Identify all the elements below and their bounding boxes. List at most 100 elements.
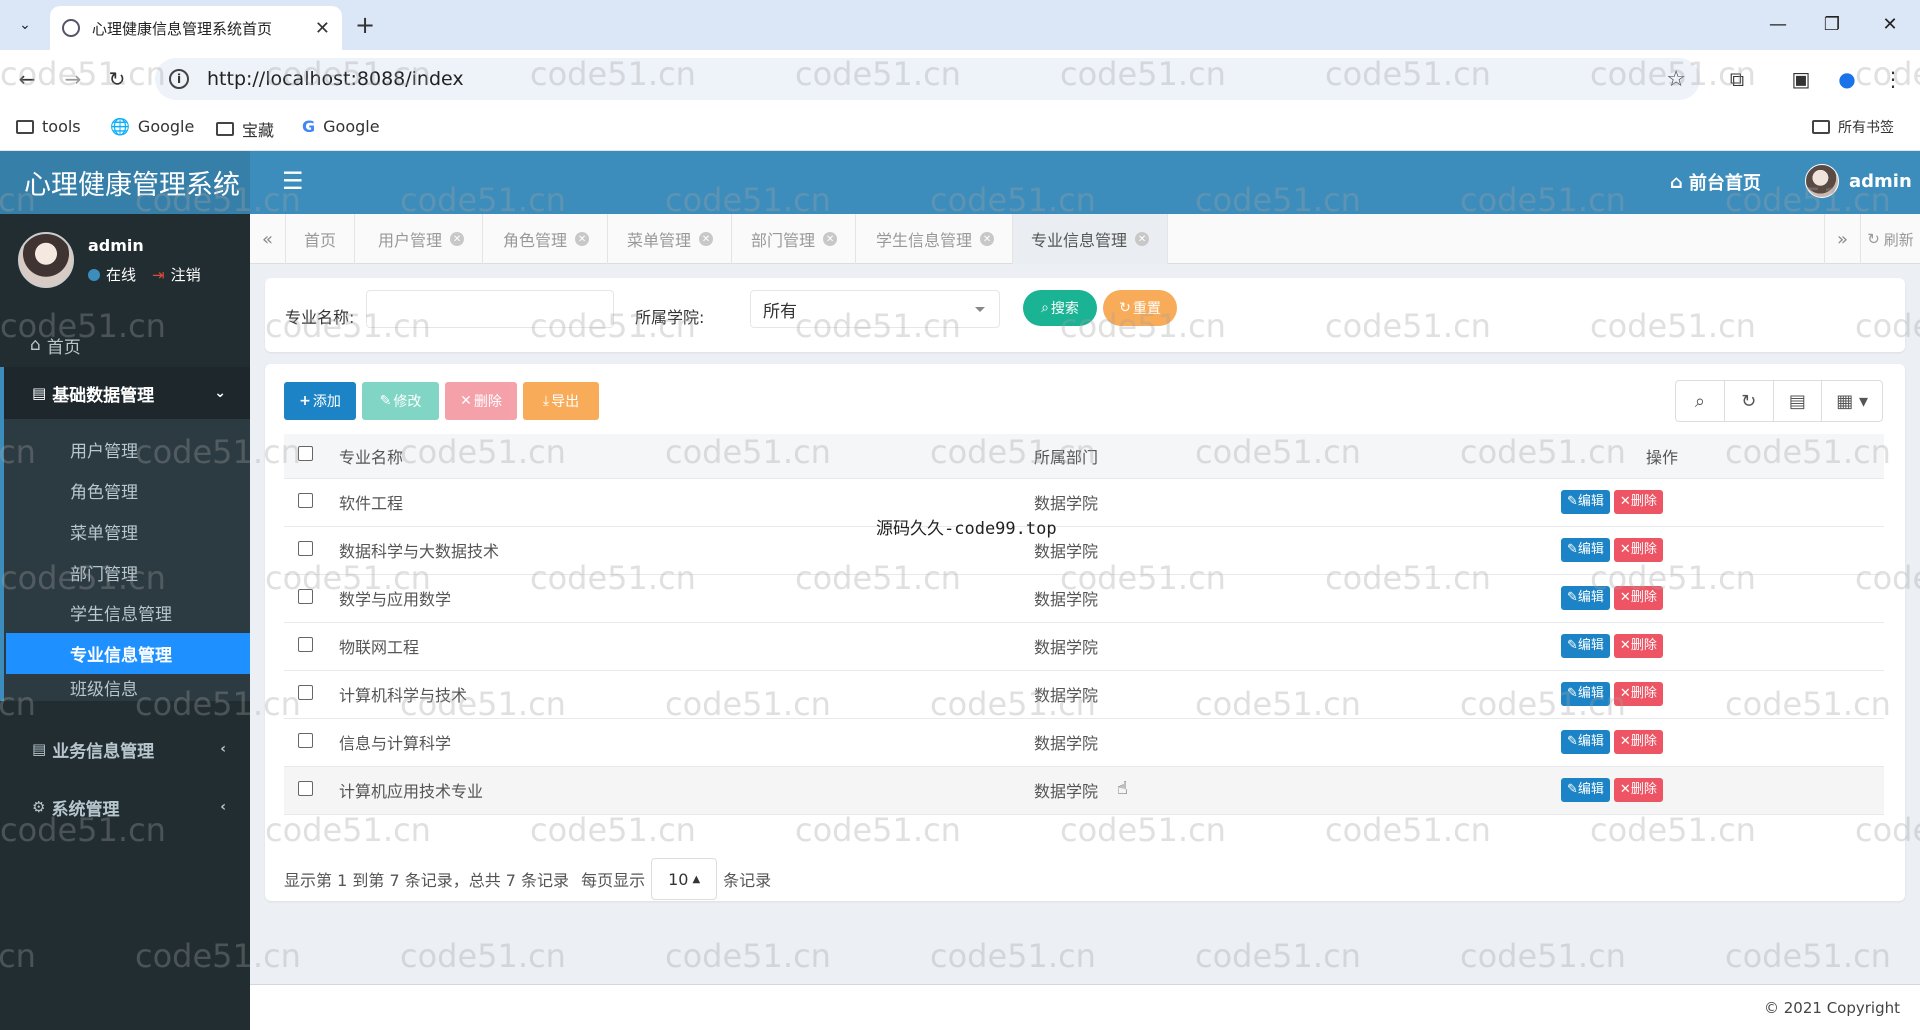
window-close-icon[interactable]: ✕: [1868, 8, 1912, 40]
row-delete-button[interactable]: ✕删除: [1613, 730, 1663, 754]
bookmark-treasure[interactable]: 宝藏: [216, 117, 274, 141]
row-edit-button[interactable]: ✎编辑: [1561, 538, 1610, 562]
sidebar-item-home[interactable]: ⌂ 首页: [0, 321, 250, 369]
sidebar-group-business[interactable]: ▤ 业务信息管理 ‹: [0, 723, 250, 775]
sidebar-item-roles[interactable]: 角色管理: [6, 470, 250, 511]
row-delete-button[interactable]: ✕删除: [1613, 490, 1663, 514]
bookmark-google-1[interactable]: 🌐 Google: [110, 117, 194, 136]
tab-close-icon[interactable]: ✕: [699, 232, 714, 246]
delete-button[interactable]: ✕ 删除: [445, 382, 517, 420]
app-logo[interactable]: 心理健康管理系统: [0, 151, 250, 214]
front-home-link[interactable]: ⌂ 前台首页: [1670, 169, 1761, 195]
extensions-icon[interactable]: ⧉: [1720, 62, 1754, 96]
row-delete-button[interactable]: ✕删除: [1613, 586, 1663, 610]
sidebar-item-classes[interactable]: 班级信息: [6, 674, 250, 701]
row-edit-button[interactable]: ✎编辑: [1561, 730, 1610, 754]
browser-tab[interactable]: 心理健康信息管理系统首页 ✕: [50, 6, 342, 50]
sidebar-item-users[interactable]: 用户管理: [6, 429, 250, 470]
all-bookmarks[interactable]: 所有书签: [1812, 117, 1894, 137]
sidebar-group-basic[interactable]: ▤ 基础数据管理 ⌄: [0, 367, 250, 419]
sidebar-item-students[interactable]: 学生信息管理: [6, 592, 250, 633]
select-all-checkbox[interactable]: [298, 446, 313, 462]
export-button[interactable]: ⤓ 导出: [523, 382, 599, 420]
edit-button[interactable]: ✎ 修改: [362, 382, 439, 420]
search-icon[interactable]: ⌕: [1676, 381, 1725, 421]
row-edit-button[interactable]: ✎编辑: [1561, 634, 1610, 658]
reset-button[interactable]: ↻ 重置: [1103, 290, 1177, 326]
tab-menus[interactable]: 菜单管理 ✕: [609, 214, 733, 264]
tab-close-icon[interactable]: ✕: [823, 232, 838, 246]
tab-students[interactable]: 学生信息管理 ✕: [858, 214, 1014, 264]
tab-users[interactable]: 用户管理 ✕: [360, 214, 484, 264]
columns-icon[interactable]: ▦ ▾: [1822, 381, 1882, 421]
row-delete-button[interactable]: ✕删除: [1613, 778, 1663, 802]
row-checkbox[interactable]: [298, 636, 313, 652]
side-panel-icon[interactable]: ▣: [1784, 62, 1818, 96]
sidebar-item-menus[interactable]: 菜单管理: [6, 511, 250, 552]
tabs-scroll-right-icon[interactable]: »: [1824, 214, 1860, 264]
column-header-dept[interactable]: 所属部门: [1034, 434, 1554, 479]
table-row[interactable]: 数据科学与大数据技术 数据学院 ✎编辑 ✕删除: [284, 526, 1884, 575]
sidebar-toggle-icon[interactable]: ☰: [282, 167, 304, 195]
new-tab-icon[interactable]: +: [350, 10, 380, 40]
tab-close-icon[interactable]: ✕: [980, 232, 995, 246]
row-checkbox[interactable]: [298, 492, 313, 508]
tabs-scroll-left-icon[interactable]: «: [250, 214, 286, 264]
row-checkbox[interactable]: [298, 780, 313, 796]
tab-search-icon[interactable]: ⌄: [8, 10, 42, 40]
row-edit-button[interactable]: ✎编辑: [1561, 490, 1610, 514]
tab-close-icon[interactable]: ✕: [1135, 232, 1150, 246]
tab-majors[interactable]: 专业信息管理 ✕: [1013, 214, 1169, 264]
row-checkbox[interactable]: [298, 732, 313, 748]
row-delete-button[interactable]: ✕删除: [1613, 682, 1663, 706]
sidebar-group-system[interactable]: ⚙ 系统管理 ‹: [0, 781, 250, 833]
browser-menu-icon[interactable]: ⋮: [1876, 62, 1910, 96]
tab-close-icon[interactable]: ✕: [315, 18, 330, 39]
add-button[interactable]: + 添加: [284, 382, 356, 420]
table-row[interactable]: 数学与应用数学 数据学院 ✎编辑 ✕删除: [284, 574, 1884, 623]
url-omnibox[interactable]: i http://localhost:8088/index ☆: [155, 58, 1700, 100]
logout-icon[interactable]: ⇥: [152, 266, 165, 284]
college-select[interactable]: 所有: [750, 290, 1000, 328]
forward-icon[interactable]: →: [56, 62, 90, 96]
sidebar-item-majors[interactable]: 专业信息管理: [6, 633, 250, 674]
refresh-icon[interactable]: ↻: [1725, 381, 1774, 421]
table-row[interactable]: 信息与计算科学 数据学院 ✎编辑 ✕删除: [284, 718, 1884, 767]
tab-close-icon[interactable]: ✕: [450, 232, 465, 246]
column-header-major[interactable]: 专业名称: [339, 434, 1034, 479]
row-checkbox[interactable]: [298, 540, 313, 556]
tab-roles[interactable]: 角色管理 ✕: [485, 214, 609, 264]
bookmark-google-2[interactable]: G Google: [302, 117, 380, 136]
toggle-view-icon[interactable]: ▤: [1774, 381, 1823, 421]
minimize-icon[interactable]: —: [1756, 8, 1800, 40]
header-user-menu[interactable]: admin: [1805, 164, 1912, 198]
profile-icon[interactable]: ●: [1830, 62, 1864, 96]
row-edit-button[interactable]: ✎编辑: [1561, 778, 1610, 802]
row-checkbox[interactable]: [298, 684, 313, 700]
reload-icon[interactable]: ↻: [100, 62, 134, 96]
major-name-input[interactable]: [366, 290, 614, 328]
bookmark-tools[interactable]: tools: [16, 117, 81, 136]
row-edit-button[interactable]: ✎编辑: [1561, 586, 1610, 610]
sidebar-item-departments[interactable]: 部门管理: [6, 552, 250, 593]
refresh-button[interactable]: ↻ 刷新: [1860, 214, 1920, 264]
search-button[interactable]: ⌕ 搜索: [1023, 290, 1097, 326]
row-edit-button[interactable]: ✎编辑: [1561, 682, 1610, 706]
logout-link[interactable]: 注销: [171, 264, 201, 285]
row-delete-button[interactable]: ✕删除: [1613, 538, 1663, 562]
site-info-icon[interactable]: i: [169, 69, 189, 89]
tab-departments[interactable]: 部门管理 ✕: [733, 214, 857, 264]
tab-close-icon[interactable]: ✕: [575, 232, 590, 246]
page-size-dropdown[interactable]: 10 ▲: [651, 858, 718, 900]
restore-icon[interactable]: ❐: [1810, 8, 1854, 40]
table-row[interactable]: 计算机科学与技术 数据学院 ✎编辑 ✕删除: [284, 670, 1884, 719]
url-text[interactable]: http://localhost:8088/index: [207, 68, 464, 90]
table-row[interactable]: 软件工程 数据学院 ✎编辑 ✕删除: [284, 478, 1884, 527]
row-delete-button[interactable]: ✕删除: [1613, 634, 1663, 658]
tab-home[interactable]: 首页: [286, 214, 356, 264]
back-icon[interactable]: ←: [10, 62, 44, 96]
row-checkbox[interactable]: [298, 588, 313, 604]
bookmark-star-icon[interactable]: ☆: [1666, 67, 1686, 92]
table-row[interactable]: 计算机应用技术专业 数据学院 ✎编辑 ✕删除: [284, 766, 1884, 815]
table-row[interactable]: 物联网工程 数据学院 ✎编辑 ✕删除: [284, 622, 1884, 671]
